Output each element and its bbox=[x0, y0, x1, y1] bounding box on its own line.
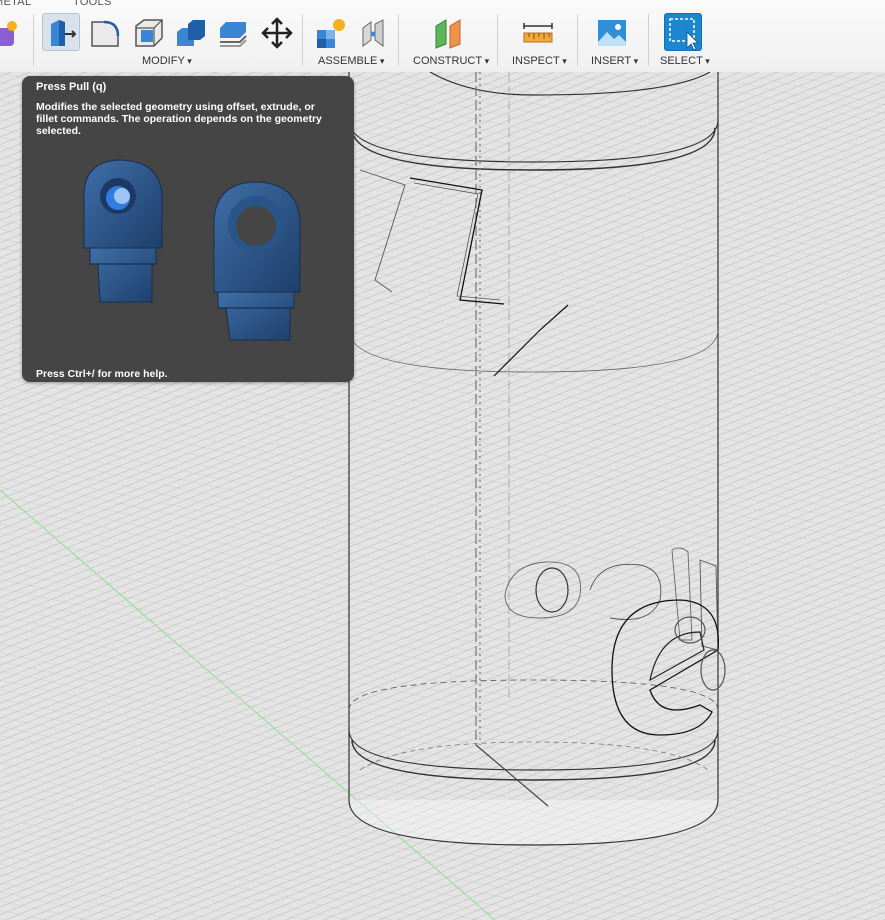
assemble-menu[interactable]: ASSEMBLE bbox=[318, 55, 384, 67]
construct-menu[interactable]: CONSTRUCT bbox=[413, 55, 489, 67]
insert-menu[interactable]: INSERT bbox=[591, 55, 638, 67]
separator bbox=[497, 14, 498, 66]
joint-icon bbox=[362, 19, 384, 47]
offset-face-button[interactable] bbox=[214, 14, 250, 50]
separator bbox=[648, 14, 649, 66]
combine-button[interactable] bbox=[172, 14, 208, 50]
offset-plane-icon bbox=[435, 19, 461, 49]
select-icon bbox=[669, 18, 699, 50]
insert-image-icon bbox=[598, 20, 626, 46]
fillet-icon bbox=[91, 20, 120, 47]
new-component-button[interactable] bbox=[311, 14, 347, 50]
modify-menu[interactable]: MODIFY bbox=[142, 55, 192, 67]
ground-axis-line bbox=[0, 489, 496, 920]
tab-tools[interactable]: TOOLS bbox=[73, 0, 112, 8]
measure-button[interactable] bbox=[519, 14, 555, 50]
separator bbox=[302, 14, 303, 66]
move-button[interactable] bbox=[258, 14, 294, 50]
offset-plane-button[interactable] bbox=[430, 14, 466, 50]
press-pull-icon bbox=[51, 20, 77, 46]
tooltip-title: Press Pull (q) bbox=[36, 81, 107, 93]
fillet-button[interactable] bbox=[86, 14, 122, 50]
press-pull-button[interactable] bbox=[42, 13, 80, 51]
create-form-icon bbox=[0, 21, 17, 46]
shell-icon bbox=[135, 19, 163, 47]
combine-icon bbox=[177, 20, 205, 46]
create-form-button[interactable] bbox=[0, 14, 22, 50]
tooltip-description: Modifies the selected geometry using off… bbox=[36, 101, 322, 137]
shell-button[interactable] bbox=[130, 14, 166, 50]
cylinder-model bbox=[348, 72, 726, 846]
press-pull-tooltip: Press Pull (q) Modifies the selected geo… bbox=[22, 76, 354, 382]
offset-face-icon bbox=[220, 22, 247, 47]
insert-image-button[interactable] bbox=[593, 14, 629, 50]
separator bbox=[398, 14, 399, 66]
separator bbox=[33, 14, 34, 66]
select-button[interactable] bbox=[664, 13, 702, 51]
toolbar: METAL TOOLS bbox=[0, 0, 885, 73]
select-menu[interactable]: SELECT bbox=[660, 55, 710, 67]
tab-sheet-metal[interactable]: METAL bbox=[0, 0, 31, 8]
tooltip-help-hint: Press Ctrl+/ for more help. bbox=[36, 368, 168, 380]
press-pull-preview-image bbox=[83, 159, 301, 341]
new-component-icon bbox=[317, 19, 345, 48]
joint-button[interactable] bbox=[355, 14, 391, 50]
move-icon bbox=[261, 17, 293, 49]
separator bbox=[577, 14, 578, 66]
measure-icon bbox=[523, 23, 553, 43]
inspect-menu[interactable]: INSPECT bbox=[512, 55, 567, 67]
